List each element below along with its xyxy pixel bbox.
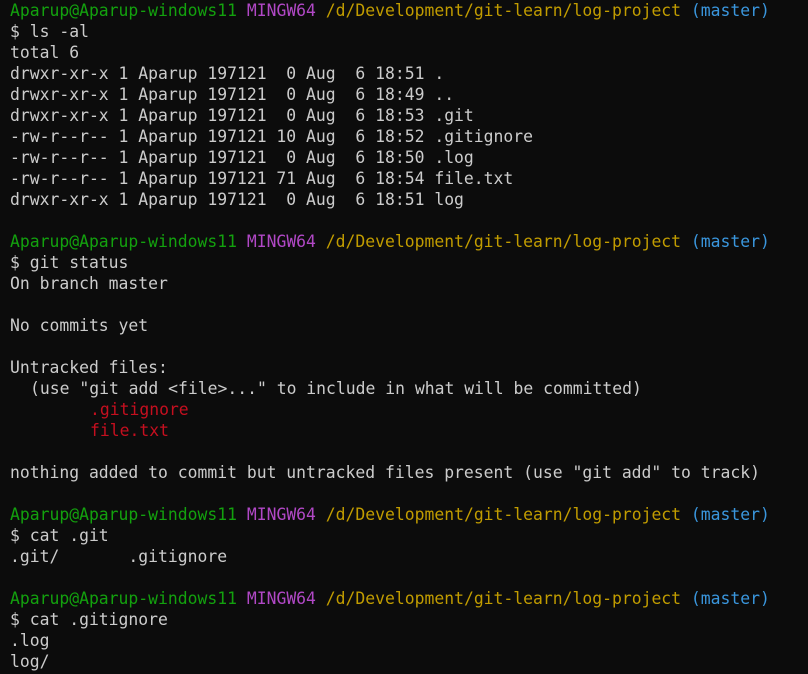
prompt-line: Aparup@Aparup-windows11 MINGW64 /d/Devel… — [10, 588, 808, 609]
prompt-system: MINGW64 — [246, 232, 316, 251]
prompt-user: Aparup@Aparup-windows11 — [10, 232, 237, 251]
ls-row: drwxr-xr-x 1 Aparup 197121 0 Aug 6 18:53… — [10, 106, 474, 125]
command-line: $ ls -al — [10, 22, 89, 41]
ls-row: -rw-r--r-- 1 Aparup 197121 71 Aug 6 18:5… — [10, 169, 514, 188]
hint-line: (use "git add <file>..." to include in w… — [30, 379, 642, 398]
prompt-branch: (master) — [690, 1, 770, 20]
prompt-path: /d/Development/git-learn/log-project — [325, 589, 682, 608]
output-line: nothing added to commit but untracked fi… — [10, 463, 760, 482]
output-line: .log — [10, 631, 50, 650]
prompt-line: Aparup@Aparup-windows11 MINGW64 /d/Devel… — [10, 231, 808, 252]
terminal-window[interactable]: Aparup@Aparup-windows11 MINGW64 /d/Devel… — [10, 0, 808, 674]
prompt-path: /d/Development/git-learn/log-project — [325, 232, 682, 251]
prompt-branch: (master) — [690, 505, 770, 524]
prompt-path: /d/Development/git-learn/log-project — [325, 505, 682, 524]
output-line: log/ — [10, 652, 50, 671]
prompt-system: MINGW64 — [246, 1, 316, 20]
prompt-branch: (master) — [690, 232, 770, 251]
untracked-file: .gitignore — [90, 400, 189, 419]
output-line: .git/ .gitignore — [10, 547, 228, 566]
prompt-user: Aparup@Aparup-windows11 — [10, 589, 237, 608]
prompt-branch: (master) — [690, 589, 770, 608]
prompt-path: /d/Development/git-learn/log-project — [325, 1, 682, 20]
untracked-file: file.txt — [90, 421, 169, 440]
prompt-line: Aparup@Aparup-windows11 MINGW64 /d/Devel… — [10, 0, 808, 21]
prompt-user: Aparup@Aparup-windows11 — [10, 1, 237, 20]
command-line: $ cat .git — [10, 526, 109, 545]
output-line: Untracked files: — [10, 358, 168, 377]
ls-row: -rw-r--r-- 1 Aparup 197121 0 Aug 6 18:50… — [10, 148, 474, 167]
output-line: On branch master — [10, 274, 168, 293]
output-line: No commits yet — [10, 316, 149, 335]
output-line: total 6 — [10, 43, 80, 62]
prompt-system: MINGW64 — [246, 589, 316, 608]
prompt-system: MINGW64 — [246, 505, 316, 524]
command-line: $ git status — [10, 253, 129, 272]
prompt-user: Aparup@Aparup-windows11 — [10, 505, 237, 524]
prompt-line: Aparup@Aparup-windows11 MINGW64 /d/Devel… — [10, 504, 808, 525]
ls-row: drwxr-xr-x 1 Aparup 197121 0 Aug 6 18:51… — [10, 64, 445, 83]
ls-row: drwxr-xr-x 1 Aparup 197121 0 Aug 6 18:51… — [10, 190, 464, 209]
ls-row: -rw-r--r-- 1 Aparup 197121 10 Aug 6 18:5… — [10, 127, 534, 146]
command-line: $ cat .gitignore — [10, 610, 168, 629]
ls-row: drwxr-xr-x 1 Aparup 197121 0 Aug 6 18:49… — [10, 85, 455, 104]
